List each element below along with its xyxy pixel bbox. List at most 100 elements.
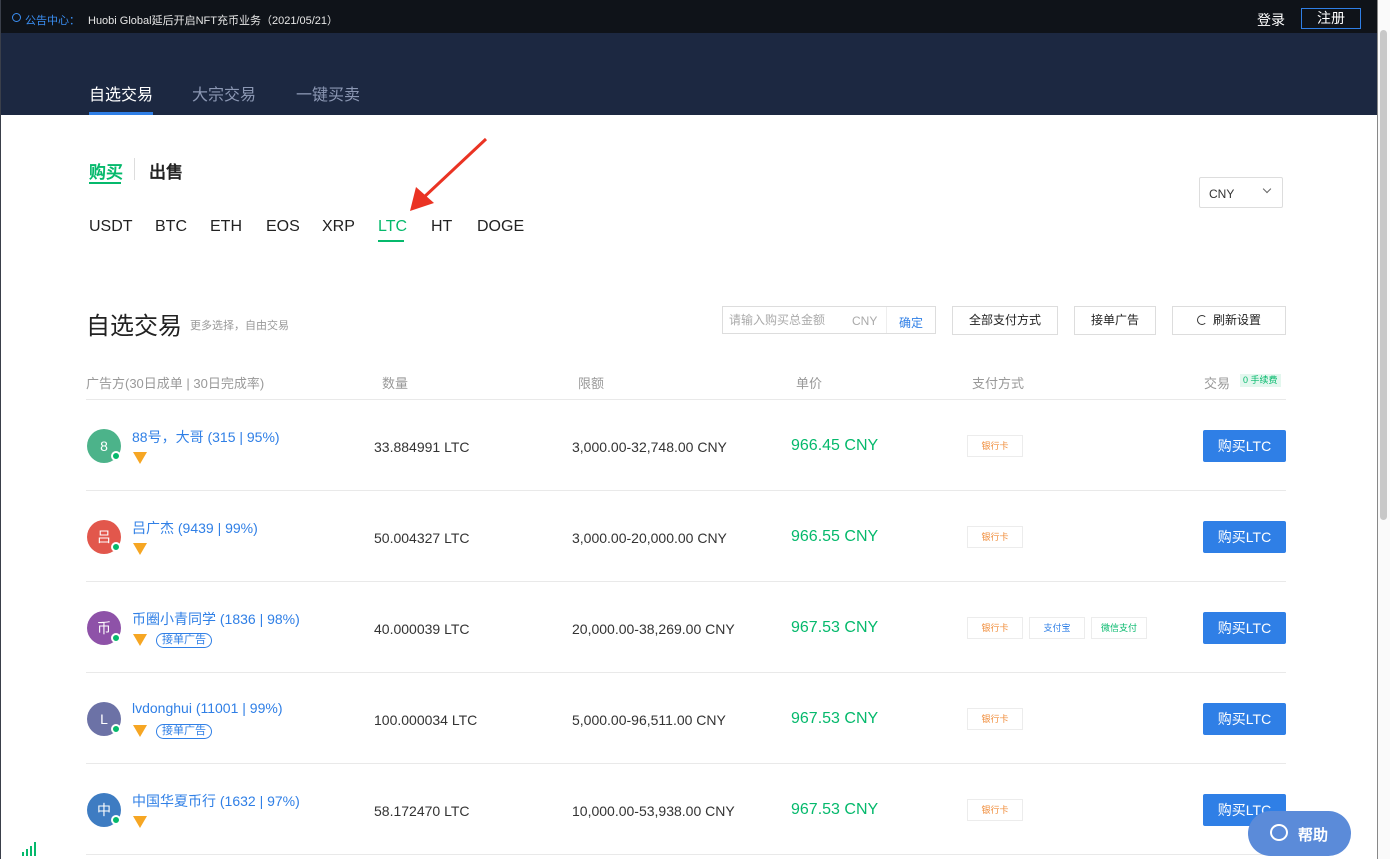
annotation-arrow-icon — [410, 137, 488, 211]
maker-ad-tag: 接单广告 — [156, 633, 212, 648]
online-status-dot — [111, 451, 121, 461]
register-button[interactable]: 注册 — [1301, 8, 1361, 29]
column-header-quantity: 数量 — [382, 376, 409, 391]
tab-quick-trade[interactable]: 一键买卖 — [296, 81, 360, 105]
coin-tab-ht[interactable]: HT — [431, 218, 452, 236]
coin-tab-doge[interactable]: DOGE — [477, 218, 524, 236]
vip-diamond-icon — [133, 816, 147, 828]
amount-input[interactable] — [729, 311, 847, 329]
tab-block-trade[interactable]: 大宗交易 — [192, 81, 256, 105]
merchant-name[interactable]: 吕广杰 (9439 | 99%) — [132, 518, 258, 538]
amount-confirm-button[interactable]: 确定 — [899, 314, 923, 331]
amount-input-group: CNY 确定 — [722, 306, 936, 334]
online-status-dot — [111, 542, 121, 552]
payment-tag-bank-card: 银行卡 — [967, 526, 1023, 548]
coin-tab-eth[interactable]: ETH — [210, 218, 242, 236]
limit: 3,000.00-32,748.00 CNY — [572, 439, 727, 455]
coin-tab-xrp[interactable]: XRP — [322, 218, 355, 236]
notice-text[interactable]: Huobi Global延后开启NFT充币业务（2021/05/21） — [88, 12, 338, 28]
column-header-merchant: 广告方(30日成单 | 30日完成率) — [86, 376, 265, 391]
scrollbar-thumb[interactable] — [1380, 30, 1387, 520]
refresh-settings-button[interactable]: 刷新设置 — [1172, 306, 1286, 335]
currency-select[interactable]: CNY — [1199, 177, 1283, 208]
section-title: 自选交易 — [86, 313, 182, 340]
limit: 20,000.00-38,269.00 CNY — [572, 621, 735, 637]
limit: 10,000.00-53,938.00 CNY — [572, 803, 735, 819]
column-header-trade: 交易 — [1204, 376, 1231, 391]
help-button[interactable]: 帮助 — [1248, 811, 1351, 856]
buy-ltc-button[interactable]: 购买LTC — [1203, 612, 1286, 644]
notice-bar: 公告中心： Huobi Global延后开启NFT充币业务（2021/05/21… — [0, 0, 1377, 33]
limit: 3,000.00-20,000.00 CNY — [572, 530, 727, 546]
take-ad-filter-label: 接单广告 — [1090, 313, 1139, 327]
buy-tab[interactable]: 购买 — [89, 158, 123, 183]
window-border-right — [1377, 0, 1378, 859]
vip-diamond-icon — [133, 725, 147, 737]
merchant-name[interactable]: 中国华夏币行 (1632 | 97%) — [132, 791, 300, 811]
table-row-divider — [86, 672, 1286, 673]
limit: 5,000.00-96,511.00 CNY — [572, 712, 726, 728]
payment-method-filter-label: 全部支付方式 — [968, 313, 1041, 327]
unit-price: 967.53 CNY — [791, 619, 879, 636]
side-divider — [134, 158, 135, 180]
vip-diamond-icon — [133, 452, 147, 464]
signal-strength-icon — [22, 842, 38, 856]
window-border-left — [0, 0, 1, 859]
payment-tag-bank-card: 银行卡 — [967, 708, 1023, 730]
notice-center-link[interactable]: 公告中心： — [25, 12, 80, 28]
coin-tab-usdt[interactable]: USDT — [89, 218, 133, 236]
coin-tab-btc[interactable]: BTC — [155, 218, 187, 236]
coin-tab-eos[interactable]: EOS — [266, 218, 300, 236]
top-nav: 自选交易 大宗交易 一键买卖 — [0, 33, 1377, 115]
quantity: 50.004327 LTC — [374, 530, 470, 546]
payment-tag-wechat-pay: 微信支付 — [1091, 617, 1147, 639]
merchant-name[interactable]: 88号，大哥 (315 | 95%) — [132, 427, 280, 447]
section-subtitle: 更多选择，自由交易 — [190, 320, 289, 332]
coin-tab-ltc[interactable]: LTC — [378, 218, 407, 236]
online-status-dot — [111, 815, 121, 825]
buy-ltc-button[interactable]: 购买LTC — [1203, 430, 1286, 462]
chevron-down-icon — [1262, 184, 1272, 194]
table-row-divider — [86, 763, 1286, 764]
payment-tag-alipay: 支付宝 — [1029, 617, 1085, 639]
merchant-name[interactable]: 币圈小青同学 (1836 | 98%) — [132, 609, 300, 629]
tab-optional-trade[interactable]: 自选交易 — [89, 81, 153, 105]
table-row-divider — [86, 854, 1286, 855]
amount-unit: CNY — [852, 314, 878, 328]
unit-price: 966.55 CNY — [791, 528, 879, 545]
currency-value: CNY — [1209, 187, 1235, 201]
zero-fee-badge: 0 手续费 — [1240, 374, 1281, 387]
quantity: 40.000039 LTC — [374, 621, 470, 637]
column-header-limit: 限额 — [578, 376, 605, 391]
vip-diamond-icon — [133, 543, 147, 555]
active-tab-indicator — [89, 112, 153, 115]
quantity: 33.884991 LTC — [374, 439, 470, 455]
buy-tab-indicator — [89, 182, 121, 184]
table-row-divider — [86, 490, 1286, 491]
column-header-price: 单价 — [796, 376, 823, 391]
maker-ad-tag: 接单广告 — [156, 724, 212, 739]
vip-diamond-icon — [133, 634, 147, 646]
sell-tab[interactable]: 出售 — [149, 158, 183, 183]
refresh-icon — [1196, 315, 1207, 325]
quantity: 58.172470 LTC — [374, 803, 470, 819]
globe-icon — [12, 13, 21, 22]
unit-price: 967.53 CNY — [791, 801, 879, 818]
take-ad-filter[interactable]: 接单广告 — [1074, 306, 1156, 335]
payment-tag-bank-card: 银行卡 — [967, 617, 1023, 639]
coin-tab-indicator — [378, 240, 404, 242]
payment-tag-bank-card: 银行卡 — [967, 435, 1023, 457]
payment-method-filter[interactable]: 全部支付方式 — [952, 306, 1058, 335]
table-row-divider — [86, 581, 1286, 582]
login-link[interactable]: 登录 — [1257, 10, 1285, 30]
buy-ltc-button[interactable]: 购买LTC — [1203, 703, 1286, 735]
help-label: 帮助 — [1298, 827, 1329, 844]
amount-divider — [886, 307, 887, 333]
table-divider — [86, 399, 1286, 400]
quantity: 100.000034 LTC — [374, 712, 478, 728]
column-header-payment: 支付方式 — [972, 376, 1025, 391]
unit-price: 966.45 CNY — [791, 437, 879, 454]
merchant-name[interactable]: lvdonghui (11001 | 99%) — [132, 700, 282, 716]
buy-ltc-button[interactable]: 购买LTC — [1203, 521, 1286, 553]
unit-price: 967.53 CNY — [791, 710, 879, 727]
